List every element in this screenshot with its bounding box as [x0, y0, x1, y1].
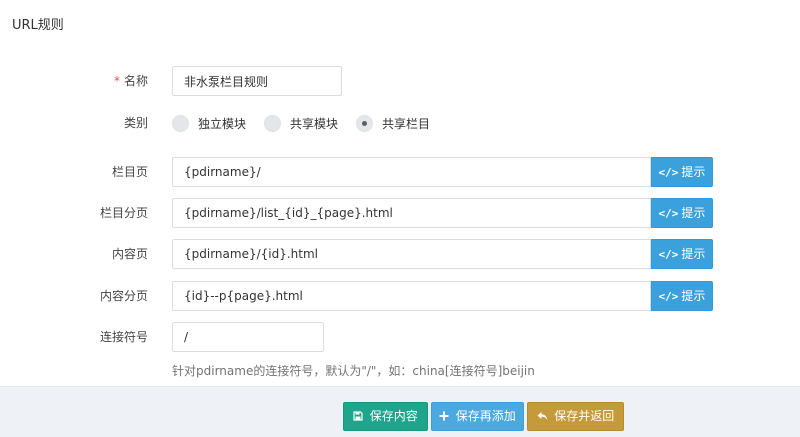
radio-circle[interactable] [264, 114, 282, 132]
radio-shared-column[interactable]: 共享栏目 [356, 114, 431, 132]
name-label: * 名称 [114, 66, 148, 96]
list-page-label: 栏目页 [111, 165, 148, 179]
form-row-list-paged: 栏目分页 </>提示 [0, 198, 800, 228]
list-page-input[interactable] [172, 157, 651, 187]
list-paged-label: 栏目分页 [99, 206, 148, 220]
content-paged-label: 内容分页 [99, 289, 148, 303]
separator-help-text: 针对pdirname的连接符号，默认为"/"，如：china[连接符号]beij… [172, 364, 535, 378]
save-button[interactable]: 保存内容 [343, 402, 428, 431]
separator-input[interactable] [172, 322, 324, 352]
radio-label: 独立模块 [198, 116, 247, 131]
form-row-content-page: 内容页 </>提示 [0, 239, 800, 269]
radio-circle[interactable] [172, 114, 189, 132]
form-actions-bar: 保存内容 保存再添加 保存并返回 [0, 386, 800, 437]
hint-label: 提示 [681, 247, 706, 261]
radio-circle-checked[interactable] [356, 114, 374, 132]
radio-independent-module[interactable]: 独立模块 [172, 114, 247, 132]
form-row-separator: 连接符号 [0, 322, 800, 352]
required-mark: * [113, 74, 120, 88]
category-label: 类别 [123, 116, 148, 130]
code-icon: </> [658, 248, 679, 261]
save-return-label: 保存并返回 [554, 409, 615, 423]
radio-label: 共享模块 [290, 116, 339, 131]
hint-label: 提示 [681, 289, 706, 303]
form-row-name: * 名称 [0, 66, 800, 96]
save-and-return-button[interactable]: 保存并返回 [527, 402, 624, 431]
name-label-text: 名称 [123, 74, 148, 88]
content-paged-input[interactable] [172, 281, 651, 311]
form-row-list-page: 栏目页 </>提示 [0, 157, 800, 187]
plus-icon [439, 410, 453, 423]
radio-shared-module[interactable]: 共享模块 [264, 114, 339, 132]
list-page-hint-button[interactable]: </> 提示 [651, 157, 713, 187]
separator-label: 连接符号 [99, 330, 148, 344]
radio-label: 共享栏目 [382, 116, 431, 131]
name-input[interactable] [172, 66, 342, 96]
reply-icon [537, 410, 552, 423]
form-row-content-paged: 内容分页 </>提示 [0, 281, 800, 311]
code-icon: </> [658, 290, 679, 303]
list-paged-hint-button[interactable]: </> 提示 [651, 198, 713, 228]
content-page-label: 内容页 [111, 247, 148, 261]
hint-label: 提示 [681, 206, 706, 220]
save-and-add-button[interactable]: 保存再添加 [431, 402, 524, 431]
form-row-category: 类别 独立模块 共享模块 共享栏目 [0, 108, 800, 138]
code-icon: </> [658, 207, 679, 220]
content-page-hint-button[interactable]: </> 提示 [651, 239, 713, 269]
list-paged-input[interactable] [172, 198, 651, 228]
category-radio-group: 独立模块 共享模块 共享栏目 [172, 108, 448, 138]
content-paged-hint-button[interactable]: </> 提示 [651, 281, 713, 311]
code-icon: </> [658, 166, 679, 179]
content-page-input[interactable] [172, 239, 651, 269]
hint-label: 提示 [681, 165, 706, 179]
save-icon [353, 410, 367, 423]
page-title: URL规则 [12, 18, 64, 33]
save-label: 保存内容 [369, 409, 418, 423]
save-add-label: 保存再添加 [455, 409, 516, 423]
